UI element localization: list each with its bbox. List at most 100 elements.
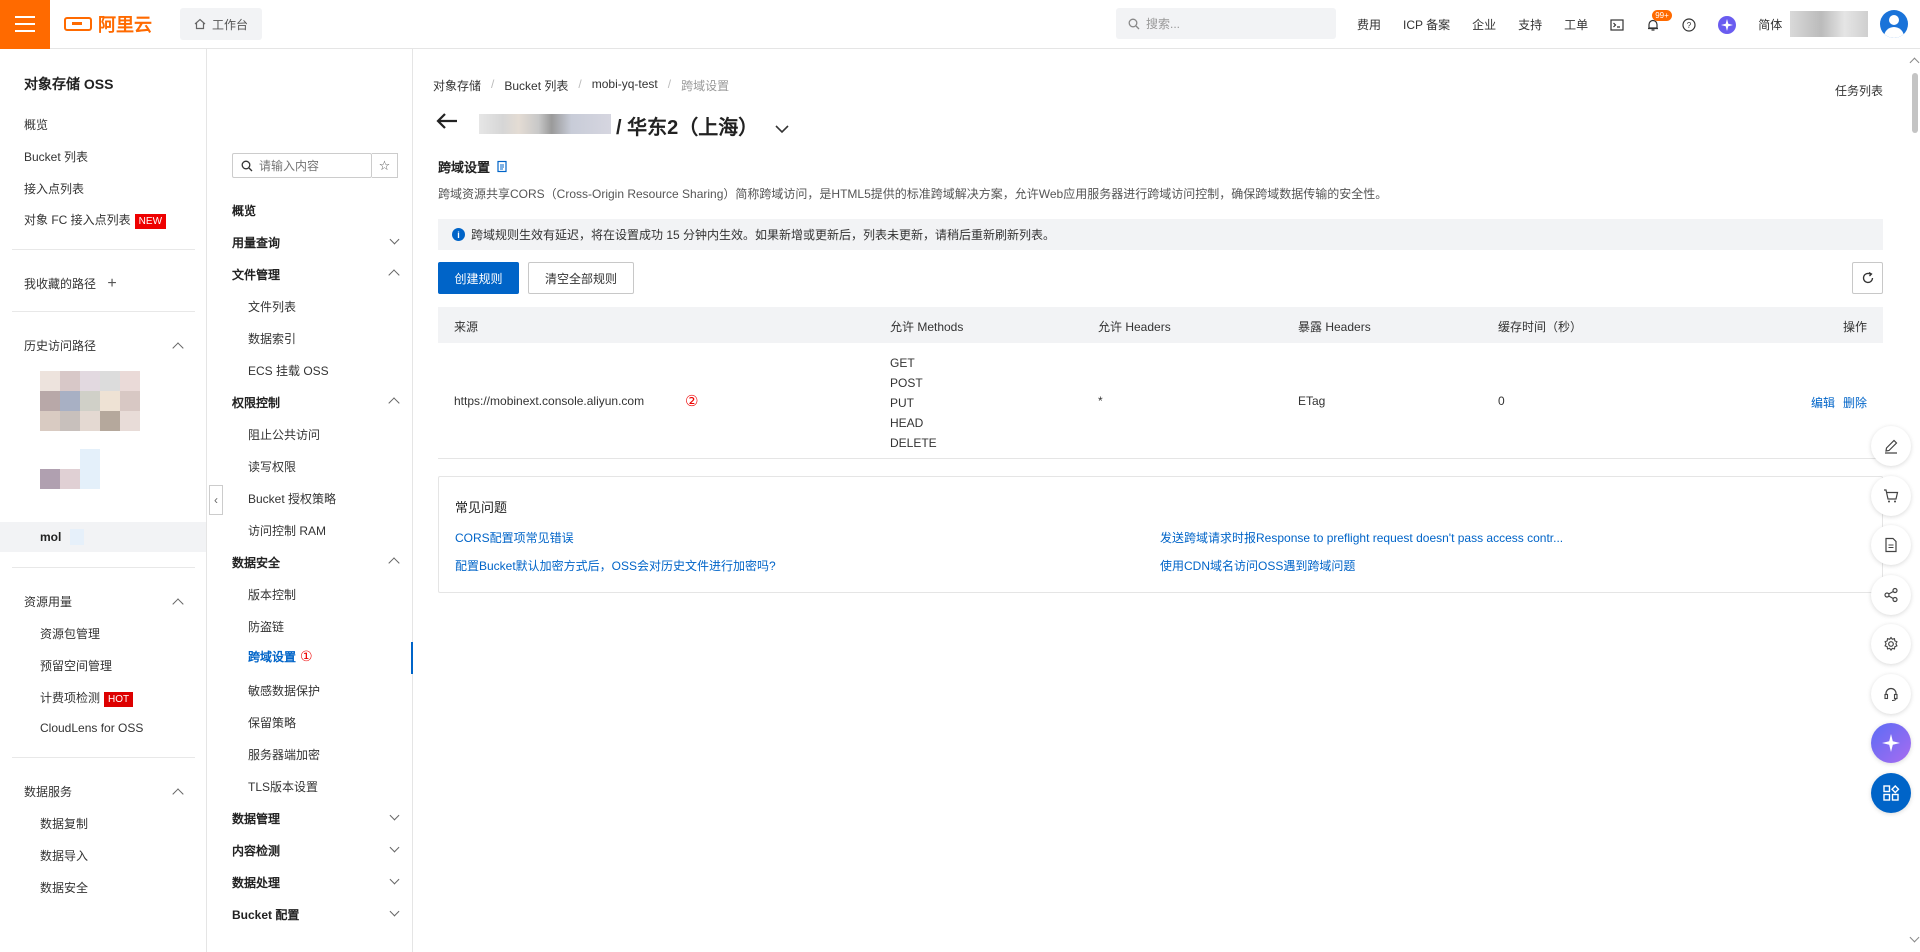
subnav-item-acl[interactable]: 读写权限 <box>248 458 296 475</box>
notification-bell[interactable]: 99+ <box>1646 9 1672 32</box>
sidebar-item-data-import[interactable]: 数据导入 <box>40 847 88 864</box>
scroll-down-icon[interactable] <box>1909 932 1920 943</box>
sidebar-item-access-points[interactable]: 接入点列表 <box>24 180 84 197</box>
subnav-item-cors[interactable]: 跨域设置 ① <box>248 648 313 665</box>
sidebar-item-reserved-space[interactable]: 预留空间管理 <box>40 657 112 674</box>
chevron-down-icon[interactable] <box>774 124 790 134</box>
subnav-item-bucket-policy[interactable]: Bucket 授权策略 <box>248 490 336 507</box>
history-label[interactable]: 历史访问路径 <box>24 337 96 354</box>
faq-link-preflight[interactable]: 发送跨域请求时报Response to preflight request do… <box>1160 529 1563 546</box>
subnav-item-retention[interactable]: 保留策略 <box>248 714 296 731</box>
subnav-group-bucket-config[interactable]: Bucket 配置 <box>232 906 299 923</box>
subnav-group-file-management[interactable]: 文件管理 <box>232 266 280 283</box>
cart-icon[interactable] <box>1871 476 1911 516</box>
edit-rule-link[interactable]: 编辑 <box>1811 394 1835 411</box>
star-icon[interactable]: ☆ <box>372 153 398 178</box>
chevron-down-icon[interactable] <box>389 842 400 853</box>
back-arrow-icon[interactable] <box>435 110 459 138</box>
history-item-blurred[interactable] <box>40 371 140 431</box>
apps-icon[interactable] <box>1871 773 1911 813</box>
top-link-ticket[interactable]: 工单 <box>1564 16 1588 33</box>
history-item-blurred-2[interactable] <box>40 449 100 489</box>
avatar[interactable] <box>1880 10 1908 38</box>
create-rule-button[interactable]: 创建规则 <box>438 262 519 294</box>
doc-icon[interactable] <box>1871 525 1911 565</box>
subnav-search[interactable] <box>232 153 372 178</box>
ai-spark-icon[interactable] <box>1718 15 1737 34</box>
support-icon[interactable] <box>1871 674 1911 714</box>
refresh-icon[interactable] <box>1852 262 1883 294</box>
task-list-link[interactable]: 任务列表 <box>1835 82 1883 99</box>
chevron-up-icon[interactable] <box>388 557 400 569</box>
sidebar-item-overview[interactable]: 概览 <box>24 116 48 133</box>
edit-icon[interactable] <box>1871 426 1911 466</box>
sidebar-item-data-security[interactable]: 数据安全 <box>40 879 88 896</box>
subnav-group-content-detection[interactable]: 内容检测 <box>232 842 280 859</box>
add-favorite-icon[interactable]: + <box>107 275 116 292</box>
language-switch[interactable]: 简体 <box>1758 16 1782 33</box>
top-link-billing[interactable]: 费用 <box>1357 16 1381 33</box>
breadcrumb-bucket-list[interactable]: Bucket 列表 <box>504 77 568 94</box>
scroll-up-icon[interactable] <box>1909 57 1920 68</box>
doc-icon[interactable] <box>496 160 508 173</box>
ai-assistant-icon[interactable] <box>1871 723 1911 763</box>
clear-all-rules-button[interactable]: 清空全部规则 <box>528 262 634 294</box>
sidebar-item-cloudlens[interactable]: CloudLens for OSS <box>40 721 143 735</box>
top-link-enterprise[interactable]: 企业 <box>1472 16 1496 33</box>
subnav-item-encryption[interactable]: 服务器端加密 <box>248 746 320 763</box>
chevron-up-icon[interactable] <box>388 397 400 409</box>
subnav-item-hotlink[interactable]: 防盗链 <box>248 618 284 635</box>
scroll-thumb[interactable] <box>1912 73 1918 133</box>
subnav-group-permissions[interactable]: 权限控制 <box>232 394 280 411</box>
subnav-item-sensitive-data[interactable]: 敏感数据保护 <box>248 682 320 699</box>
subnav-group-data-security[interactable]: 数据安全 <box>232 554 280 571</box>
sidebar-item-bucket-list[interactable]: Bucket 列表 <box>24 148 88 165</box>
subnav-item-file-list[interactable]: 文件列表 <box>248 298 296 315</box>
chevron-up-icon[interactable] <box>388 269 400 281</box>
sidebar-item-data-replication[interactable]: 数据复制 <box>40 815 88 832</box>
subnav-item-versioning[interactable]: 版本控制 <box>248 586 296 603</box>
chevron-up-icon[interactable] <box>172 342 184 354</box>
top-link-icp[interactable]: ICP 备案 <box>1403 16 1450 33</box>
sidebar-item-fc-access-points[interactable]: 对象 FC 接入点列表 NEW <box>24 211 167 229</box>
subnav-item-ram[interactable]: 访问控制 RAM <box>248 522 326 539</box>
subnav-overview[interactable]: 概览 <box>232 202 256 219</box>
vertical-scrollbar[interactable] <box>1909 49 1920 952</box>
faq-link-cdn-cors[interactable]: 使用CDN域名访问OSS遇到跨域问题 <box>1160 557 1355 574</box>
chevron-up-icon[interactable] <box>172 598 184 610</box>
global-search[interactable]: 搜索... <box>1116 8 1336 39</box>
subnav-group-data-management[interactable]: 数据管理 <box>232 810 280 827</box>
favorites-path[interactable]: 我收藏的路径 + <box>24 275 117 293</box>
collapse-sidebar-icon[interactable]: ‹ <box>209 485 223 515</box>
workbench-button[interactable]: 工作台 <box>180 8 263 40</box>
user-account-name[interactable] <box>1790 11 1868 37</box>
sidebar-item-billing-check[interactable]: 计费项检测 HOT <box>40 689 134 707</box>
settings-icon[interactable] <box>1871 624 1911 664</box>
hamburger-menu-icon[interactable] <box>0 0 50 49</box>
chevron-up-icon[interactable] <box>172 788 184 800</box>
chevron-down-icon[interactable] <box>389 874 400 885</box>
faq-link-cors-errors[interactable]: CORS配置项常见错误 <box>455 529 574 546</box>
faq-link-encryption[interactable]: 配置Bucket默认加密方式后，OSS会对历史文件进行加密吗? <box>455 557 776 574</box>
bucket-region-title[interactable]: / 华东2（上海） <box>616 111 790 140</box>
breadcrumb-oss[interactable]: 对象存储 <box>433 77 481 94</box>
subnav-group-usage[interactable]: 用量查询 <box>232 234 280 251</box>
aliyun-logo[interactable]: 阿里云 <box>64 11 152 37</box>
history-item-current[interactable]: mol <box>0 522 206 552</box>
resource-usage-group[interactable]: 资源用量 <box>24 593 72 610</box>
delete-rule-link[interactable]: 删除 <box>1843 394 1867 411</box>
subnav-search-input[interactable] <box>259 158 359 173</box>
breadcrumb-bucket[interactable]: mobi-yq-test <box>592 77 658 94</box>
data-service-group[interactable]: 数据服务 <box>24 783 72 800</box>
subnav-item-block-public[interactable]: 阻止公共访问 <box>248 426 320 443</box>
top-link-support[interactable]: 支持 <box>1518 16 1542 33</box>
terminal-icon[interactable] <box>1610 18 1624 32</box>
subnav-item-tls[interactable]: TLS版本设置 <box>248 778 318 795</box>
sidebar-item-resource-package[interactable]: 资源包管理 <box>40 625 100 642</box>
help-icon[interactable]: ? <box>1682 17 1696 32</box>
subnav-group-data-processing[interactable]: 数据处理 <box>232 874 280 891</box>
subnav-item-data-index[interactable]: 数据索引 <box>248 330 296 347</box>
chevron-down-icon[interactable] <box>389 234 400 245</box>
chevron-down-icon[interactable] <box>389 810 400 821</box>
share-icon[interactable] <box>1871 575 1911 615</box>
